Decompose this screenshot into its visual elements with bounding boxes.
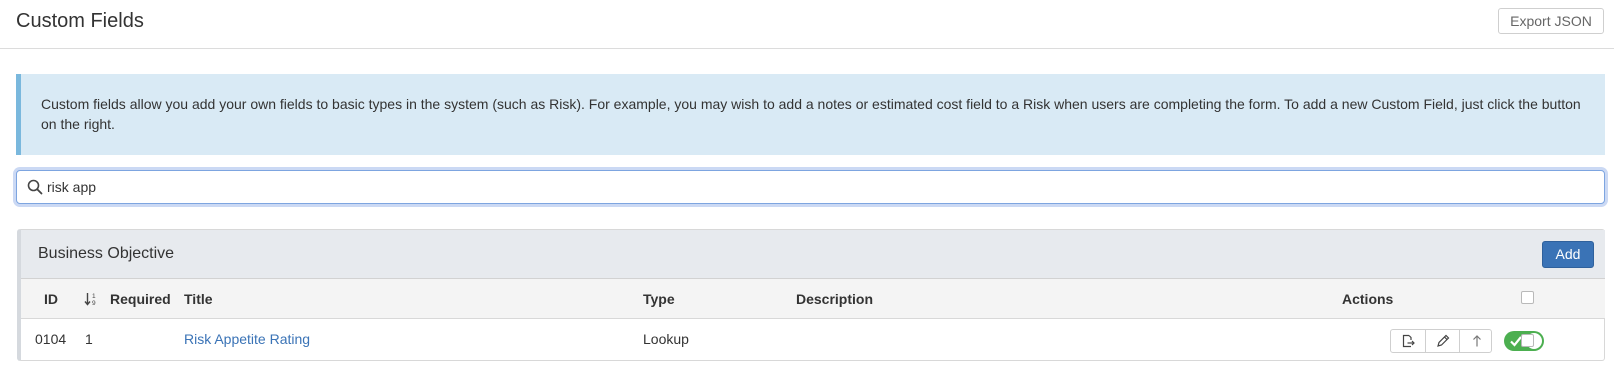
edit-field-button[interactable] xyxy=(1426,330,1460,352)
cell-id: 0104 xyxy=(35,331,67,347)
table-header: ID 1 9 Required Title Type Description A… xyxy=(21,279,1605,319)
export-icon xyxy=(1402,334,1415,348)
info-text: Custom fields allow you add your own fie… xyxy=(41,96,1581,132)
row-actions xyxy=(1390,329,1492,353)
info-callout: Custom fields allow you add your own fie… xyxy=(16,74,1605,155)
search-icon xyxy=(27,179,43,195)
column-header-type[interactable]: Type xyxy=(643,291,675,307)
column-header-id[interactable]: ID xyxy=(44,291,58,307)
custom-fields-panel: Business Objective Add ID 1 9 Required T… xyxy=(17,229,1605,361)
move-up-icon xyxy=(1473,335,1481,347)
select-all-checkbox[interactable] xyxy=(1521,291,1534,304)
column-header-title[interactable]: Title xyxy=(184,291,213,307)
table-row: 0104 1 Risk Appetite Rating Lookup xyxy=(21,320,1605,361)
column-header-required[interactable]: Required xyxy=(110,291,171,307)
export-json-button[interactable]: Export JSON xyxy=(1498,8,1604,34)
export-field-button[interactable] xyxy=(1391,330,1425,352)
column-header-actions: Actions xyxy=(1342,291,1394,307)
search-box[interactable] xyxy=(16,170,1605,204)
column-header-description[interactable]: Description xyxy=(796,291,873,307)
field-title-link[interactable]: Risk Appetite Rating xyxy=(184,331,310,347)
panel-title: Business Objective xyxy=(38,245,175,262)
add-field-button[interactable]: Add xyxy=(1542,241,1594,268)
cell-order: 1 xyxy=(85,331,93,347)
cell-type: Lookup xyxy=(643,331,689,347)
page-title: Custom Fields xyxy=(16,10,144,32)
svg-text:9: 9 xyxy=(92,300,96,307)
sort-order-icon[interactable]: 1 9 xyxy=(84,291,98,307)
svg-text:1: 1 xyxy=(92,293,96,300)
page-header: Custom Fields Export JSON xyxy=(0,0,1614,49)
search-input[interactable] xyxy=(47,175,1587,199)
edit-icon xyxy=(1437,334,1450,347)
panel-header: Business Objective Add xyxy=(21,230,1605,279)
row-select-checkbox[interactable] xyxy=(1521,334,1534,347)
move-up-button[interactable] xyxy=(1460,330,1494,352)
